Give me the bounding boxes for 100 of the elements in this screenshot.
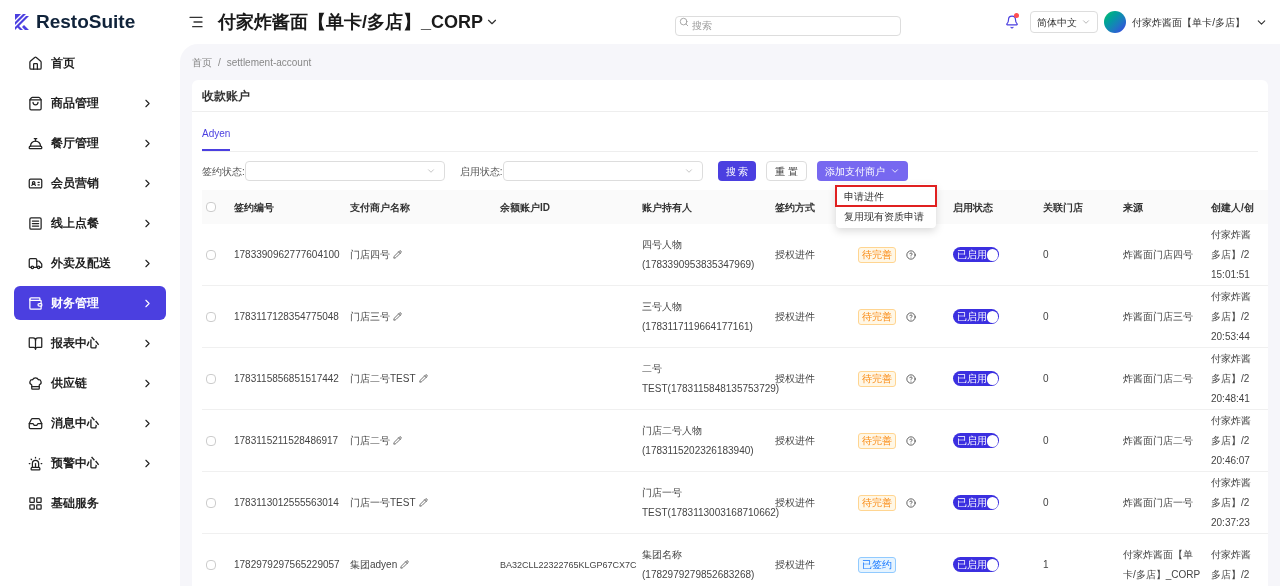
table-cell-text: 0 xyxy=(1043,372,1050,386)
sidebar-item[interactable]: 基础服务 xyxy=(14,486,166,520)
column-header: 签约方式 xyxy=(775,200,816,215)
toggle-switch[interactable]: 已启用 xyxy=(953,371,999,386)
id-card-icon xyxy=(28,175,43,191)
table-cell-text: 三号人物 (1783117119664177161) xyxy=(642,299,754,334)
status-tag: 已签约 xyxy=(858,556,896,573)
toggle-switch[interactable]: 已启用 xyxy=(953,433,999,448)
edit-icon[interactable] xyxy=(418,374,428,383)
table-cell-text: 付家炸酱 多店】/2 xyxy=(1211,547,1252,582)
home-icon xyxy=(28,55,43,71)
toggle-switch[interactable]: 已启用 xyxy=(953,247,999,262)
truck-icon xyxy=(28,255,43,271)
status-tag: 待完善 xyxy=(858,246,896,263)
reset-button[interactable]: 重 置 xyxy=(766,161,808,181)
table-cell-text: 门店二号人物 (1783115202326183940) xyxy=(642,423,755,458)
table-cell-text: 1783115856851517442 xyxy=(234,372,340,386)
select-all-checkbox[interactable] xyxy=(206,202,216,212)
sidebar-item[interactable]: 供应链 xyxy=(14,366,166,400)
table-cell-text: 门店四号 xyxy=(350,248,390,262)
sidebar-item[interactable]: 线上点餐 xyxy=(14,206,166,240)
filter-label: 签约状态: xyxy=(202,164,245,179)
bag-icon xyxy=(28,95,43,111)
breadcrumb-link[interactable]: 首页 xyxy=(192,54,212,70)
status-tag: 待完善 xyxy=(858,432,896,449)
help-icon[interactable] xyxy=(906,435,916,446)
help-icon[interactable] xyxy=(906,311,916,322)
breadcrumb-separator: / xyxy=(218,55,221,70)
breadcrumb-current: settlement-account xyxy=(226,55,312,70)
menu-icon[interactable] xyxy=(188,14,204,30)
help-icon[interactable] xyxy=(906,373,916,384)
sidebar-item[interactable]: 会员营销 xyxy=(14,166,166,200)
column-header: 支付商户名称 xyxy=(350,200,411,215)
logo-icon xyxy=(14,13,32,31)
edit-icon[interactable] xyxy=(393,312,402,321)
row-checkbox[interactable] xyxy=(206,373,216,384)
inbox-icon xyxy=(28,415,43,431)
add-merchant-button[interactable]: 添加支付商户 xyxy=(817,161,909,181)
toggle-switch[interactable]: 已启用 xyxy=(953,495,999,510)
sidebar-item[interactable]: 餐厅管理 xyxy=(14,126,166,160)
table-cell-text: 授权进件 xyxy=(775,496,816,509)
chevron-down-icon xyxy=(890,166,901,176)
row-checkbox[interactable] xyxy=(206,435,216,446)
search-field[interactable]: 搜索 xyxy=(675,15,902,36)
help-icon[interactable] xyxy=(906,249,916,260)
table-cell-text: 授权进件 xyxy=(775,558,816,572)
bell-icon xyxy=(1005,15,1020,29)
table-cell: BA32CLL22322765KLGP67CX7C xyxy=(500,559,637,570)
wallet-icon xyxy=(28,295,43,311)
row-checkbox[interactable] xyxy=(206,559,216,570)
table-cell-text: 1783117128354775048 xyxy=(234,310,340,324)
edit-icon[interactable] xyxy=(393,436,402,445)
filter-label: 启用状态: xyxy=(459,164,503,179)
table-cell-text: 1782979297565229057 xyxy=(234,558,341,572)
row-checkbox[interactable] xyxy=(206,311,216,322)
table-cell-text: 0 xyxy=(1043,310,1050,324)
menu-item[interactable]: 复用现有资质申请 xyxy=(836,206,936,226)
table-cell-text: 授权进件 xyxy=(775,248,816,262)
table-cell-text: 1783115211528486917 xyxy=(234,434,340,448)
table-cell-text: 门店二号 xyxy=(350,434,390,448)
siren-icon xyxy=(28,455,43,471)
table-cell-text: 炸酱面门店四号 xyxy=(1123,247,1194,262)
table-cell-text: 集团adyen xyxy=(350,558,398,572)
search-button[interactable]: 搜 索 xyxy=(717,161,757,181)
card-title: 收款账户 xyxy=(202,87,250,105)
chevron-down-icon xyxy=(683,166,694,176)
sidebar-item[interactable]: 报表中心 xyxy=(14,326,166,360)
language-select[interactable]: 简体中文 xyxy=(1030,11,1099,33)
sidebar-item[interactable]: 商品管理 xyxy=(14,86,166,120)
row-checkbox[interactable] xyxy=(206,249,216,260)
edit-icon[interactable] xyxy=(418,498,428,507)
tab[interactable]: Adyen xyxy=(202,126,231,151)
user-name: 付家炸酱面【单卡/多店】 xyxy=(1132,15,1245,30)
table-cell-text: 0 xyxy=(1043,434,1050,448)
menu-item[interactable]: 申请进件 xyxy=(836,186,936,206)
edit-icon[interactable] xyxy=(393,250,402,259)
sidebar-item[interactable]: 预警中心 xyxy=(14,446,166,480)
sidebar-item[interactable]: 消息中心 xyxy=(14,406,166,440)
sidebar-item[interactable]: 财务管理 xyxy=(14,286,166,320)
menu-card-icon xyxy=(28,215,43,231)
toggle-switch[interactable]: 已启用 xyxy=(953,557,999,572)
edit-icon[interactable] xyxy=(400,560,410,569)
table-cell-text: 1 xyxy=(1043,558,1050,572)
sidebar-item[interactable]: 外卖及配送 xyxy=(14,246,166,280)
toggle-switch[interactable]: 已启用 xyxy=(953,309,999,324)
column-header: 账户持有人 xyxy=(642,200,693,215)
sidebar-item[interactable]: 首页 xyxy=(14,46,166,80)
table-cell-text: 付家炸酱 多店】/2 20:48:41 xyxy=(1211,351,1252,406)
row-checkbox[interactable] xyxy=(206,497,216,508)
status-tag: 待完善 xyxy=(858,308,896,325)
chevron-down-icon xyxy=(425,166,436,176)
table-cell-text: 门店一号TEST xyxy=(350,496,416,510)
avatar[interactable] xyxy=(1104,11,1127,33)
page-header-title: 付家炸酱面【单卡/多店】_CORP xyxy=(218,10,484,34)
table-cell-text: 0 xyxy=(1043,496,1050,510)
table-cell-text: 炸酱面门店二号 xyxy=(1123,371,1194,386)
chef-hat-icon xyxy=(28,375,43,391)
grid-icon xyxy=(28,495,43,511)
help-icon[interactable] xyxy=(906,497,916,508)
column-header: 关联门店 xyxy=(1043,200,1084,215)
